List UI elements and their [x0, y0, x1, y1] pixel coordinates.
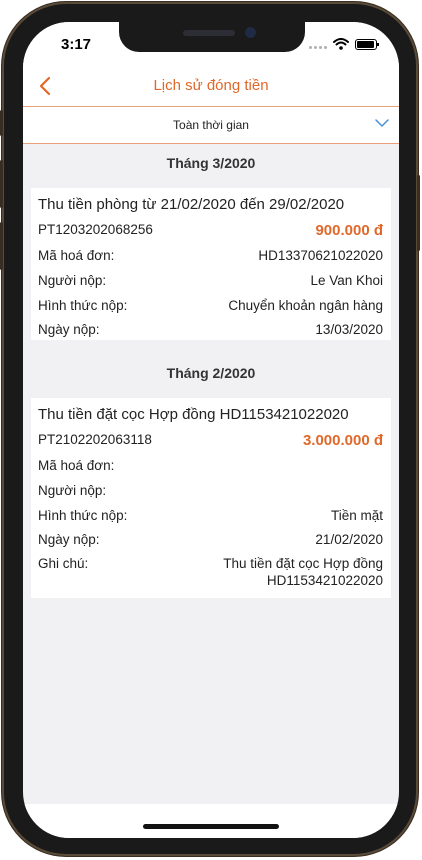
method-row: Hình thức nộp: Chuyển khoản ngân hàng [38, 298, 383, 318]
code-row: PT2102202063118 3.000.000 đ [38, 432, 383, 452]
status-time: 3:17 [61, 36, 92, 53]
invoice-label: Mã hoá đơn: [38, 248, 115, 263]
section-header: Tháng 2/2020 [166, 365, 256, 381]
date-label: Ngày nộp: [38, 532, 100, 547]
signal-icon [309, 40, 327, 49]
payer-row: Người nộp: [38, 483, 383, 503]
volume-down-button [0, 222, 3, 270]
date-label: Ngày nộp: [38, 322, 100, 337]
amount: 3.000.000 đ [302, 432, 383, 449]
date-row: Ngày nộp: 21/02/2020 [38, 532, 383, 552]
code-row: PT1203202068256 900.000 đ [38, 222, 383, 242]
method-row: Hình thức nộp: Tiền mặt [38, 508, 383, 528]
payment-card[interactable]: Thu tiền đặt cọc Hợp đồng HD115342102202… [31, 398, 391, 598]
speaker [183, 30, 235, 36]
invoice-value: HD13370621022020 [258, 248, 383, 263]
section-header: Tháng 3/2020 [166, 155, 256, 171]
bottom-area [23, 804, 399, 838]
camera [245, 27, 256, 38]
payer-value: Le Van Khoi [310, 273, 383, 288]
time-filter-dropdown[interactable]: Toàn thời gian [23, 107, 399, 144]
invoice-label: Mã hoá đơn: [38, 458, 115, 473]
notch [119, 22, 305, 52]
receipt-code: PT1203202068256 [38, 222, 153, 237]
card-title: Thu tiền đặt cọc Hợp đồng HD115342102202… [38, 406, 349, 423]
payer-row: Người nộp: Le Van Khoi [38, 273, 383, 293]
method-label: Hình thức nộp: [38, 508, 128, 523]
status-icons [309, 38, 379, 50]
volume-up-button [0, 160, 3, 208]
amount: 900.000 đ [315, 222, 383, 239]
power-button [417, 175, 420, 251]
card-title: Thu tiền phòng từ 21/02/2020 đến 29/02/2… [38, 196, 345, 213]
payer-label: Người nộp: [38, 483, 107, 498]
method-value: Tiền mặt [330, 508, 383, 523]
payment-card[interactable]: Thu tiền phòng từ 21/02/2020 đến 29/02/2… [31, 188, 391, 340]
invoice-row: Mã hoá đơn: HD13370621022020 [38, 248, 383, 268]
date-value: 13/03/2020 [315, 322, 383, 337]
note-row: Ghi chú: Thu tiền đặt cọc Hợp đồng HD115… [38, 556, 383, 594]
invoice-row: Mã hoá đơn: [38, 458, 383, 478]
note-value-line2: HD1153421022020 [266, 573, 383, 588]
date-value: 21/02/2020 [315, 532, 383, 547]
nav-bar: Lịch sử đóng tiền [23, 66, 399, 107]
filter-label: Toàn thời gian [173, 118, 249, 132]
method-label: Hình thức nộp: [38, 298, 128, 313]
note-label: Ghi chú: [38, 556, 89, 571]
silent-switch [0, 110, 3, 136]
date-row: Ngày nộp: 13/03/2020 [38, 322, 383, 342]
page-title: Lịch sử đóng tiền [153, 77, 269, 94]
chevron-down-icon [375, 119, 389, 127]
method-value: Chuyển khoản ngân hàng [228, 298, 383, 313]
home-indicator[interactable] [143, 824, 279, 829]
receipt-code: PT2102202063118 [38, 432, 152, 447]
battery-icon [355, 38, 379, 50]
note-value-line1: Thu tiền đặt cọc Hợp đồng [223, 556, 383, 571]
wifi-icon [333, 38, 349, 50]
payer-label: Người nộp: [38, 273, 107, 288]
screen: 3:17 Lịch sử đóng tiền Toàn thời gian Th… [23, 22, 399, 838]
